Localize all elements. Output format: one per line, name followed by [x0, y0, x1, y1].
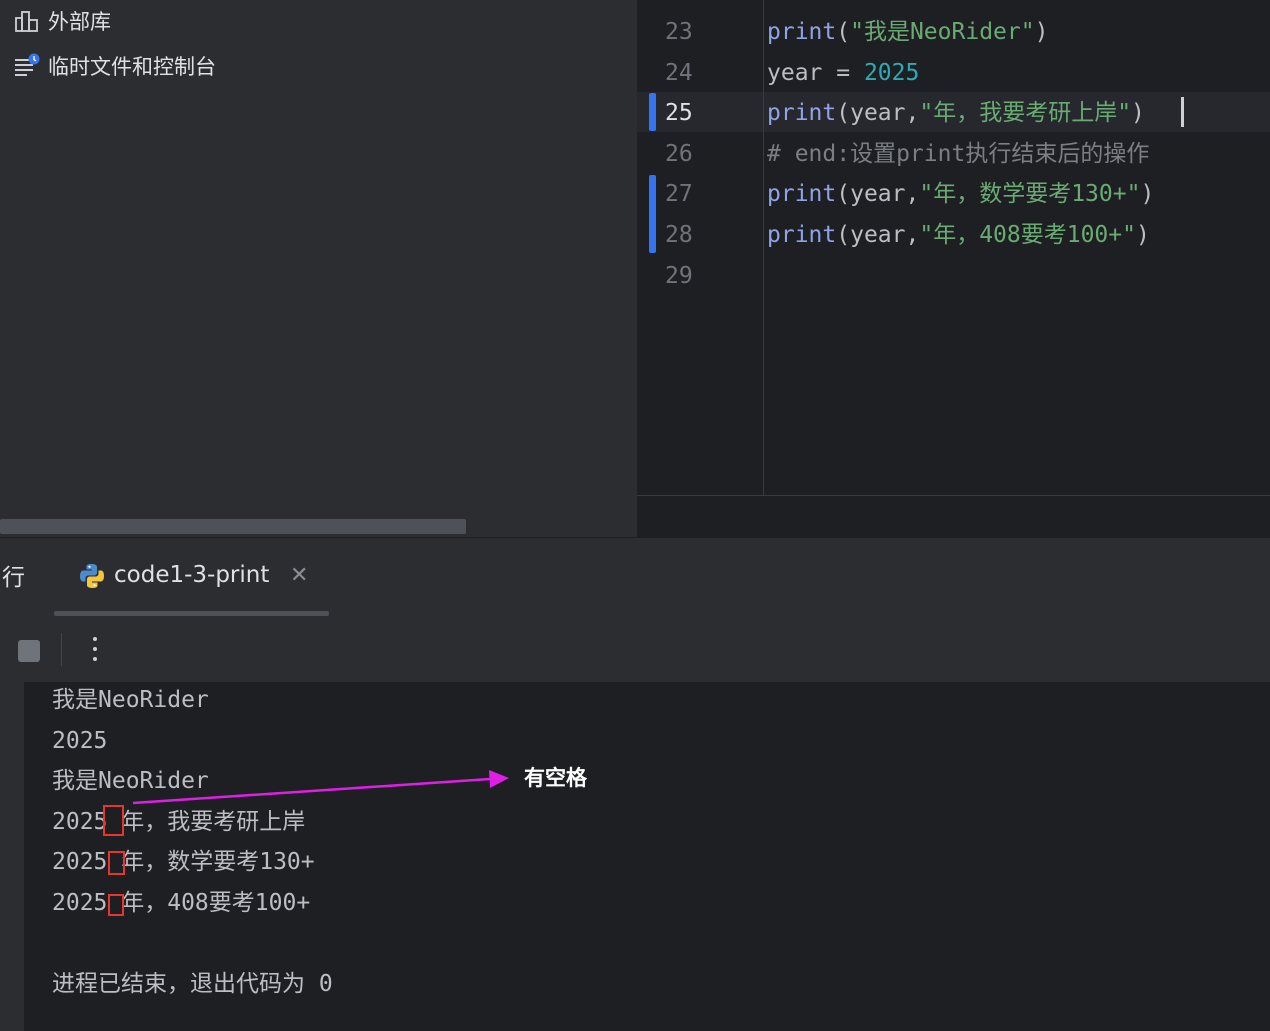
- code-line[interactable]: 24 year = 2025: [637, 53, 1270, 93]
- line-number: 25: [665, 100, 693, 127]
- code-token: (year,: [836, 222, 920, 248]
- run-tab-code1-3-print[interactable]: code1-3-print ✕: [54, 538, 329, 616]
- horizontal-scrollbar[interactable]: [0, 519, 466, 534]
- more-options-icon[interactable]: [84, 633, 104, 665]
- scratches-consoles-icon: [14, 53, 40, 79]
- console-line: 进程已结束，退出代码为 0: [52, 970, 333, 997]
- tree-item-external-libraries[interactable]: 外部库: [14, 6, 111, 36]
- line-number: 27: [665, 181, 693, 208]
- project-tool-window: 外部库 临时文件和控制台: [0, 0, 637, 537]
- run-tab-label: code1-3-print: [114, 562, 270, 588]
- code-token: print: [767, 181, 837, 208]
- run-tool-window-header: 行 code1-3-print ✕: [0, 537, 1270, 617]
- code-token: "年，我要考研上岸": [919, 100, 1132, 127]
- console-line: 2025 年，408要考100+: [52, 889, 311, 916]
- code-token: year =: [767, 59, 864, 86]
- code-line[interactable]: 27 print(year,"年，数学要考130+"): [637, 174, 1270, 214]
- python-icon: [78, 562, 106, 590]
- code-token: (year,: [836, 100, 920, 127]
- code-token: # end:设置print执行结束后的操作: [767, 140, 1150, 167]
- external-libraries-icon: [14, 8, 40, 34]
- code-token: 2025: [863, 59, 920, 86]
- code-token: "年，数学要考130+": [919, 181, 1141, 208]
- code-text: print("我是NeoRider"): [767, 12, 1048, 52]
- console-gutter: [0, 682, 24, 1031]
- console-line: 2025 年，我要考研上岸: [52, 808, 306, 835]
- text-caret: [1181, 97, 1184, 127]
- code-token: print: [767, 19, 837, 45]
- close-icon[interactable]: ✕: [290, 563, 308, 588]
- code-text: year = 2025: [767, 53, 919, 93]
- tree-item-label: 外部库: [48, 10, 111, 34]
- line-number: 24: [665, 59, 693, 86]
- stop-button[interactable]: [18, 640, 40, 662]
- line-number: 28: [665, 222, 693, 248]
- code-token: ): [1140, 181, 1155, 208]
- line-number: 29: [665, 262, 693, 289]
- space-highlight-box: [108, 894, 124, 916]
- console-line: 2025: [52, 727, 108, 754]
- console-line: 2025 年，数学要考130+: [52, 849, 315, 875]
- line-number: 26: [665, 140, 693, 167]
- console-line: 我是NeoRider: [52, 687, 209, 713]
- tree-item-label: 临时文件和控制台: [48, 55, 216, 79]
- annotation-label: 有空格: [524, 766, 587, 790]
- code-line[interactable]: 25 print(year,"年，我要考研上岸"): [637, 93, 1270, 133]
- run-window-title: 行: [2, 565, 25, 591]
- code-token: (year,: [836, 181, 920, 208]
- tree-item-scratches[interactable]: 临时文件和控制台: [14, 51, 216, 81]
- code-token: ): [1034, 19, 1049, 45]
- code-line[interactable]: 23 print("我是NeoRider"): [637, 12, 1270, 52]
- code-token: "我是NeoRider": [850, 19, 1035, 45]
- run-toolbar: [0, 616, 1270, 682]
- space-highlight-box: [103, 805, 124, 836]
- code-token: ): [1135, 222, 1150, 248]
- code-token: ): [1131, 100, 1145, 127]
- code-token: (: [836, 19, 851, 45]
- space-highlight-box: [108, 851, 125, 875]
- code-line[interactable]: 29: [637, 256, 1270, 296]
- editor-divider: [637, 495, 1270, 496]
- code-text: print(year,"年，数学要考130+"): [767, 174, 1154, 214]
- code-token: print: [767, 222, 837, 248]
- code-token: print: [767, 100, 837, 127]
- code-text: print(year,"年，408要考100+"): [767, 215, 1150, 255]
- code-line[interactable]: 26 # end:设置print执行结束后的操作: [637, 134, 1270, 174]
- run-console-output[interactable]: 我是NeoRider 2025 我是NeoRider 2025 年，我要考研上岸 202…: [24, 682, 1270, 1031]
- toolbar-separator: [61, 633, 62, 666]
- line-number: 23: [665, 19, 693, 45]
- code-text: # end:设置print执行结束后的操作: [767, 134, 1149, 174]
- code-token: "年，408要考100+": [919, 222, 1136, 248]
- code-text: print(year,"年，我要考研上岸"): [767, 93, 1145, 133]
- console-line: 我是NeoRider: [52, 768, 209, 794]
- code-line[interactable]: 28 print(year,"年，408要考100+"): [637, 215, 1270, 255]
- code-editor[interactable]: 23 print("我是NeoRider") 24 year = 2025 25 prin…: [637, 0, 1270, 537]
